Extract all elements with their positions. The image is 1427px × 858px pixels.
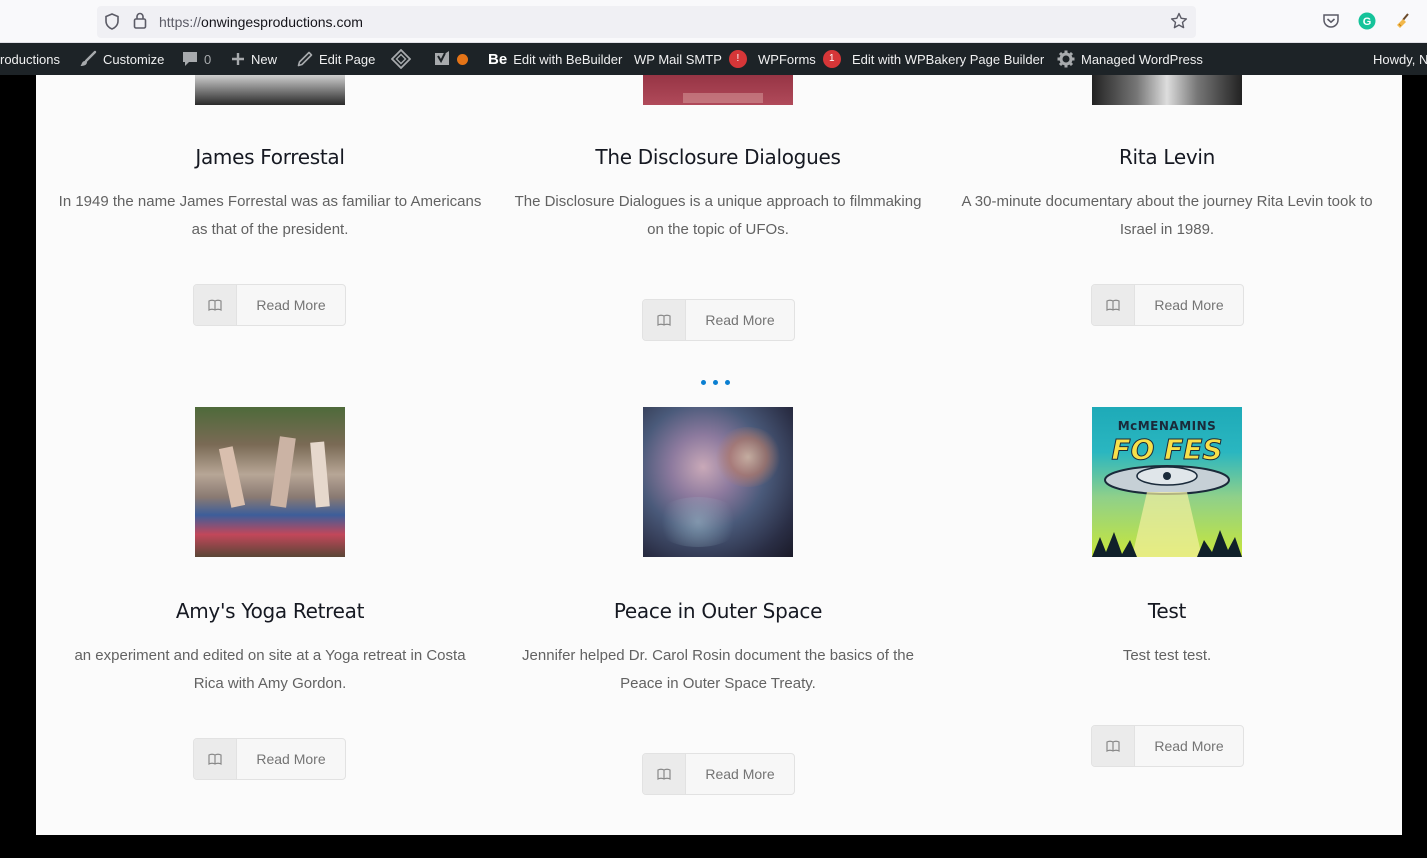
comment-icon bbox=[182, 51, 198, 67]
pencil-icon bbox=[297, 51, 313, 67]
adminbar-comments[interactable]: 0 bbox=[182, 43, 211, 75]
yoast-icon bbox=[433, 50, 451, 68]
url-text[interactable]: https://onwingesproductions.com bbox=[159, 14, 363, 30]
plus-icon bbox=[231, 52, 245, 66]
card-description: an experiment and edited on site at a Yo… bbox=[74, 647, 466, 692]
pocket-icon[interactable] bbox=[1322, 12, 1340, 30]
wp-mail-badge: ! bbox=[728, 50, 747, 68]
card-description: Jennifer helped Dr. Carol Rosin document… bbox=[522, 647, 914, 692]
read-more-button[interactable]: Read More bbox=[1091, 284, 1244, 326]
seo-status-dot bbox=[457, 53, 468, 65]
adminbar-edit-page[interactable]: Edit Page bbox=[297, 43, 375, 75]
adminbar-wpbakery[interactable]: Edit with WPBakery Page Builder bbox=[852, 43, 1044, 75]
thumb-rita-levin[interactable] bbox=[1092, 75, 1242, 105]
read-more-button[interactable]: Read More bbox=[642, 753, 795, 795]
card-description: In 1949 the name James Forrestal was as … bbox=[58, 193, 482, 238]
adminbar-customize[interactable]: Customize bbox=[79, 43, 164, 75]
brush-icon bbox=[79, 50, 97, 68]
card-description: The Disclosure Dialogues is a unique app… bbox=[514, 193, 922, 238]
adminbar-new[interactable]: New bbox=[231, 43, 277, 75]
lock-icon[interactable] bbox=[133, 12, 147, 34]
card-title[interactable]: The Disclosure Dialogues bbox=[498, 145, 938, 169]
diamond-icon bbox=[391, 49, 411, 69]
card-title[interactable]: Peace in Outer Space bbox=[498, 599, 938, 623]
card-title[interactable]: Test bbox=[947, 599, 1387, 623]
book-icon bbox=[1092, 726, 1135, 766]
card-title[interactable]: Rita Levin bbox=[947, 145, 1387, 169]
wpforms-badge: 1 bbox=[822, 50, 841, 68]
ufo-icon bbox=[1092, 465, 1242, 557]
book-icon bbox=[194, 739, 237, 779]
book-icon bbox=[1092, 285, 1135, 325]
card-title[interactable]: James Forrestal bbox=[50, 145, 490, 169]
grammarly-icon[interactable]: G bbox=[1358, 12, 1376, 30]
thumb-james-forrestal[interactable] bbox=[195, 75, 345, 105]
svg-text:G: G bbox=[1363, 16, 1372, 28]
loading-indicator bbox=[701, 380, 730, 385]
adminbar-yoast[interactable] bbox=[433, 43, 468, 75]
read-more-button[interactable]: Read More bbox=[193, 738, 346, 780]
thumb-disclosure-dialogues[interactable] bbox=[643, 75, 793, 105]
read-more-button[interactable]: Read More bbox=[642, 299, 795, 341]
wp-admin-bar: roductions Customize 0 New Edit Page Be … bbox=[0, 43, 1427, 75]
thumb-outer-space[interactable] bbox=[643, 407, 793, 557]
adminbar-wp-mail-smtp[interactable]: WP Mail SMTP! bbox=[634, 43, 747, 75]
browser-toolbar: https://onwingesproductions.com G bbox=[0, 0, 1427, 43]
bebuilder-logo: Be bbox=[488, 50, 508, 68]
broom-icon[interactable] bbox=[1394, 12, 1412, 30]
card-description: A 30-minute documentary about the journe… bbox=[961, 193, 1373, 238]
adminbar-bebuilder[interactable]: Be Edit with BeBuilder bbox=[488, 43, 622, 75]
shield-icon[interactable] bbox=[104, 13, 120, 35]
adminbar-wpforms[interactable]: WPForms 1 bbox=[758, 43, 841, 75]
gear-icon bbox=[1057, 50, 1075, 68]
read-more-button[interactable]: Read More bbox=[193, 284, 346, 326]
thumb-ufo-fest-poster[interactable]: McMENAMINS FO FES bbox=[1092, 407, 1242, 557]
read-more-button[interactable]: Read More bbox=[1091, 725, 1244, 767]
card-description: Test test test. bbox=[1122, 647, 1212, 664]
star-icon[interactable] bbox=[1170, 12, 1188, 35]
thumb-yoga-retreat[interactable] bbox=[195, 407, 345, 557]
card-title[interactable]: Amy's Yoga Retreat bbox=[50, 599, 490, 623]
adminbar-managed-wp[interactable]: Managed WordPress bbox=[1057, 43, 1203, 75]
adminbar-site-name[interactable]: roductions bbox=[0, 43, 60, 75]
book-icon bbox=[643, 754, 686, 794]
book-icon bbox=[643, 300, 686, 340]
book-icon bbox=[194, 285, 237, 325]
adminbar-howdy[interactable]: Howdy, N bbox=[1373, 43, 1427, 75]
portfolio-grid: James Forrestal In 1949 the name James F… bbox=[36, 75, 1402, 835]
adminbar-diamond[interactable] bbox=[391, 43, 417, 75]
